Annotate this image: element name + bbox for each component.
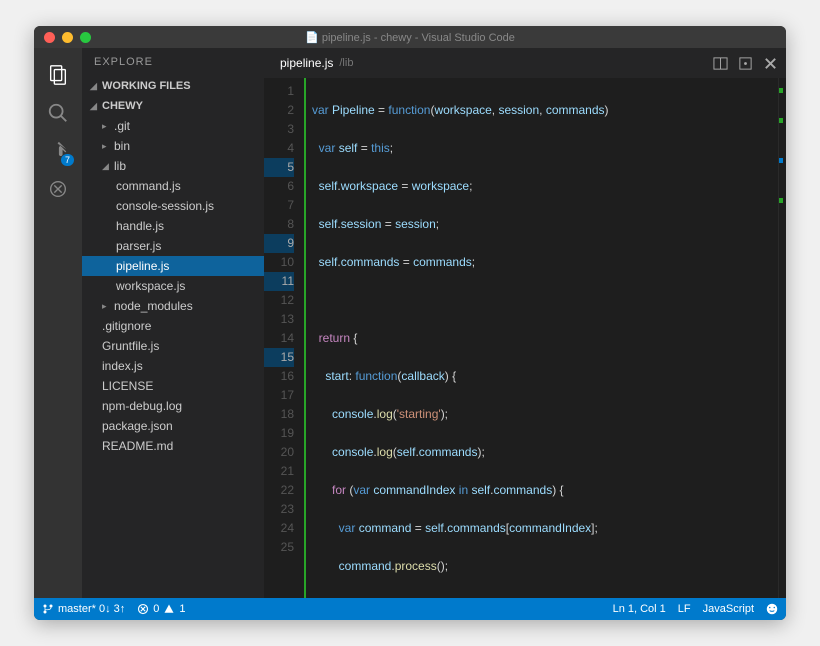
file-item[interactable]: workspace.js xyxy=(82,276,264,296)
minimize-window-icon[interactable] xyxy=(62,32,73,43)
active-tab[interactable]: pipeline.js /lib xyxy=(272,56,361,70)
file-item[interactable]: README.md xyxy=(82,436,264,456)
tab-actions xyxy=(713,56,778,71)
line-gutter: 1234567891011121314151617181920212223242… xyxy=(264,78,304,598)
code-content[interactable]: var Pipeline = function(workspace, sessi… xyxy=(304,78,778,598)
editor-tabs: pipeline.js /lib xyxy=(264,48,786,78)
git-icon[interactable]: 7 xyxy=(34,132,82,170)
file-item[interactable]: package.json xyxy=(82,416,264,436)
maximize-window-icon[interactable] xyxy=(80,32,91,43)
code-editor[interactable]: 1234567891011121314151617181920212223242… xyxy=(264,78,786,598)
search-icon[interactable] xyxy=(34,94,82,132)
git-branch-status[interactable]: master* 0↓ 3↑ xyxy=(42,603,125,615)
folder-node-modules[interactable]: ▸node_modules xyxy=(82,296,264,316)
working-files-section[interactable]: ◢WORKING FILES xyxy=(82,76,264,96)
vscode-window: 📄 pipeline.js - chewy - Visual Studio Co… xyxy=(34,26,786,620)
folder-lib[interactable]: ◢lib xyxy=(82,156,264,176)
split-editor-icon[interactable] xyxy=(713,56,728,71)
explorer-sidebar: EXPLORE ◢WORKING FILES ◢CHEWY ▸.git ▸bin… xyxy=(82,48,264,598)
language-status[interactable]: JavaScript xyxy=(703,603,754,615)
folder-bin[interactable]: ▸bin xyxy=(82,136,264,156)
file-item[interactable]: command.js xyxy=(82,176,264,196)
file-item[interactable]: handle.js xyxy=(82,216,264,236)
close-tab-icon[interactable] xyxy=(763,56,778,71)
window-title: 📄 pipeline.js - chewy - Visual Studio Co… xyxy=(34,31,786,44)
errors-status[interactable]: 0 1 xyxy=(137,603,185,615)
file-item[interactable]: index.js xyxy=(82,356,264,376)
git-badge: 7 xyxy=(61,154,74,166)
eol-status[interactable]: LF xyxy=(678,603,691,615)
file-item[interactable]: .gitignore xyxy=(82,316,264,336)
editor-area: pipeline.js /lib 12345678910111213141516… xyxy=(264,48,786,598)
cursor-position[interactable]: Ln 1, Col 1 xyxy=(613,603,666,615)
feedback-icon[interactable] xyxy=(766,603,778,615)
project-section[interactable]: ◢CHEWY xyxy=(82,96,264,116)
explorer-title: EXPLORE xyxy=(82,48,264,76)
titlebar: 📄 pipeline.js - chewy - Visual Studio Co… xyxy=(34,26,786,48)
minimap[interactable] xyxy=(778,78,786,598)
folder-git[interactable]: ▸.git xyxy=(82,116,264,136)
activity-bar: 7 xyxy=(34,48,82,598)
debug-icon[interactable] xyxy=(34,170,82,208)
file-item-selected[interactable]: pipeline.js xyxy=(82,256,264,276)
close-window-icon[interactable] xyxy=(44,32,55,43)
explorer-icon[interactable] xyxy=(34,56,82,94)
file-item[interactable]: console-session.js xyxy=(82,196,264,216)
file-item[interactable]: LICENSE xyxy=(82,376,264,396)
file-item[interactable]: npm-debug.log xyxy=(82,396,264,416)
main-area: 7 EXPLORE ◢WORKING FILES ◢CHEWY ▸.git ▸b… xyxy=(34,48,786,598)
file-item[interactable]: parser.js xyxy=(82,236,264,256)
more-icon[interactable] xyxy=(738,56,753,71)
traffic-lights xyxy=(34,32,91,43)
file-item[interactable]: Gruntfile.js xyxy=(82,336,264,356)
status-bar: master* 0↓ 3↑ 0 1 Ln 1, Col 1 LF JavaScr… xyxy=(34,598,786,620)
